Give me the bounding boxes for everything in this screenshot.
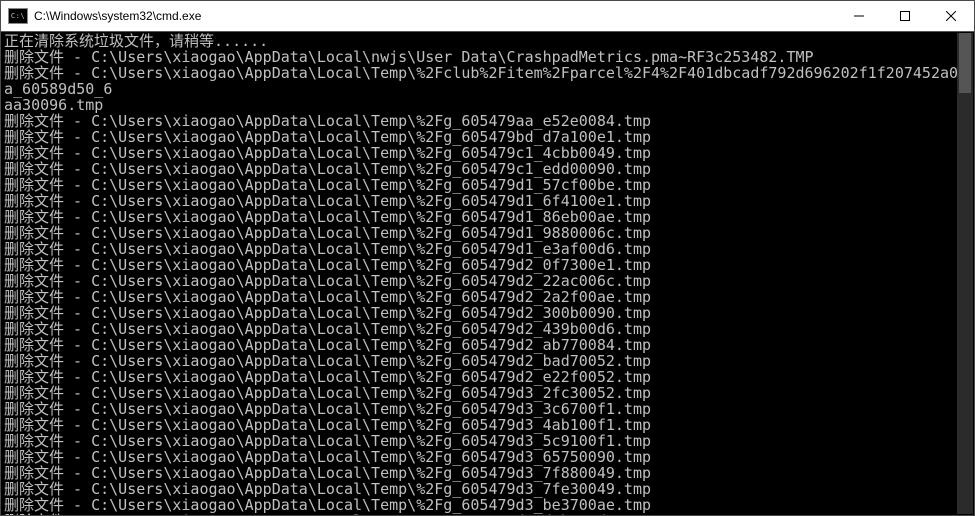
maximize-button[interactable] — [882, 1, 928, 31]
cmd-window: C:\ C:\Windows\system32\cmd.exe 正在清除系统垃圾… — [0, 0, 975, 516]
terminal-line: 删除文件 - C:\Users\xiaogao\AppData\Local\Te… — [4, 209, 974, 225]
terminal-line: 删除文件 - C:\Users\xiaogao\AppData\Local\Te… — [4, 433, 974, 449]
terminal-line: 删除文件 - C:\Users\xiaogao\AppData\Local\Te… — [4, 337, 974, 353]
terminal-line: 删除文件 - C:\Users\xiaogao\AppData\Local\Te… — [4, 273, 974, 289]
terminal-line: aa30096.tmp — [4, 97, 974, 113]
terminal-line: 删除文件 - C:\Users\xiaogao\AppData\Local\Te… — [4, 113, 974, 129]
terminal-line: 删除文件 - C:\Users\xiaogao\AppData\Local\Te… — [4, 129, 974, 145]
minimize-icon — [854, 11, 864, 21]
terminal-line: 删除文件 - C:\Users\xiaogao\AppData\Local\Te… — [4, 177, 974, 193]
minimize-button[interactable] — [836, 1, 882, 31]
terminal-line: 删除文件 - C:\Users\xiaogao\AppData\Local\Te… — [4, 145, 974, 161]
terminal-line: 正在清除系统垃圾文件，请稍等...... — [4, 33, 974, 49]
terminal-line: 删除文件 - C:\Users\xiaogao\AppData\Local\Te… — [4, 481, 974, 497]
terminal-line: 删除文件 - C:\Users\xiaogao\AppData\Local\Te… — [4, 241, 974, 257]
scrollbar-thumb[interactable] — [959, 33, 971, 93]
terminal-line: 删除文件 - C:\Users\xiaogao\AppData\Local\Te… — [4, 305, 974, 321]
terminal-line: 删除文件 - C:\Users\xiaogao\AppData\Local\Te… — [4, 385, 974, 401]
close-icon — [946, 11, 956, 21]
terminal-line: 删除文件 - C:\Users\xiaogao\AppData\Local\Te… — [4, 513, 974, 515]
terminal-line: 删除文件 - C:\Users\xiaogao\AppData\Local\Te… — [4, 417, 974, 433]
terminal-line: 删除文件 - C:\Users\xiaogao\AppData\Local\Te… — [4, 401, 974, 417]
terminal-line: 删除文件 - C:\Users\xiaogao\AppData\Local\Te… — [4, 449, 974, 465]
terminal-output[interactable]: 正在清除系统垃圾文件，请稍等......删除文件 - C:\Users\xiao… — [1, 32, 974, 515]
close-button[interactable] — [928, 1, 974, 31]
cmd-icon-text: C:\ — [11, 12, 25, 20]
terminal-line: 删除文件 - C:\Users\xiaogao\AppData\Local\Te… — [4, 289, 974, 305]
terminal-line: 删除文件 - C:\Users\xiaogao\AppData\Local\Te… — [4, 161, 974, 177]
cmd-icon: C:\ — [8, 8, 28, 24]
vertical-scrollbar[interactable] — [957, 33, 973, 514]
terminal-line: 删除文件 - C:\Users\xiaogao\AppData\Local\Te… — [4, 65, 974, 97]
terminal-line: 删除文件 - C:\Users\xiaogao\AppData\Local\Te… — [4, 465, 974, 481]
terminal-line: 删除文件 - C:\Users\xiaogao\AppData\Local\Te… — [4, 225, 974, 241]
window-title: C:\Windows\system32\cmd.exe — [34, 9, 836, 23]
terminal-line: 删除文件 - C:\Users\xiaogao\AppData\Local\Te… — [4, 321, 974, 337]
terminal-line: 删除文件 - C:\Users\xiaogao\AppData\Local\nw… — [4, 49, 974, 65]
titlebar[interactable]: C:\ C:\Windows\system32\cmd.exe — [1, 1, 974, 32]
maximize-icon — [900, 11, 910, 21]
terminal-line: 删除文件 - C:\Users\xiaogao\AppData\Local\Te… — [4, 369, 974, 385]
terminal-line: 删除文件 - C:\Users\xiaogao\AppData\Local\Te… — [4, 353, 974, 369]
terminal-line: 删除文件 - C:\Users\xiaogao\AppData\Local\Te… — [4, 193, 974, 209]
terminal-line: 删除文件 - C:\Users\xiaogao\AppData\Local\Te… — [4, 497, 974, 513]
window-controls — [836, 1, 974, 31]
terminal-line: 删除文件 - C:\Users\xiaogao\AppData\Local\Te… — [4, 257, 974, 273]
